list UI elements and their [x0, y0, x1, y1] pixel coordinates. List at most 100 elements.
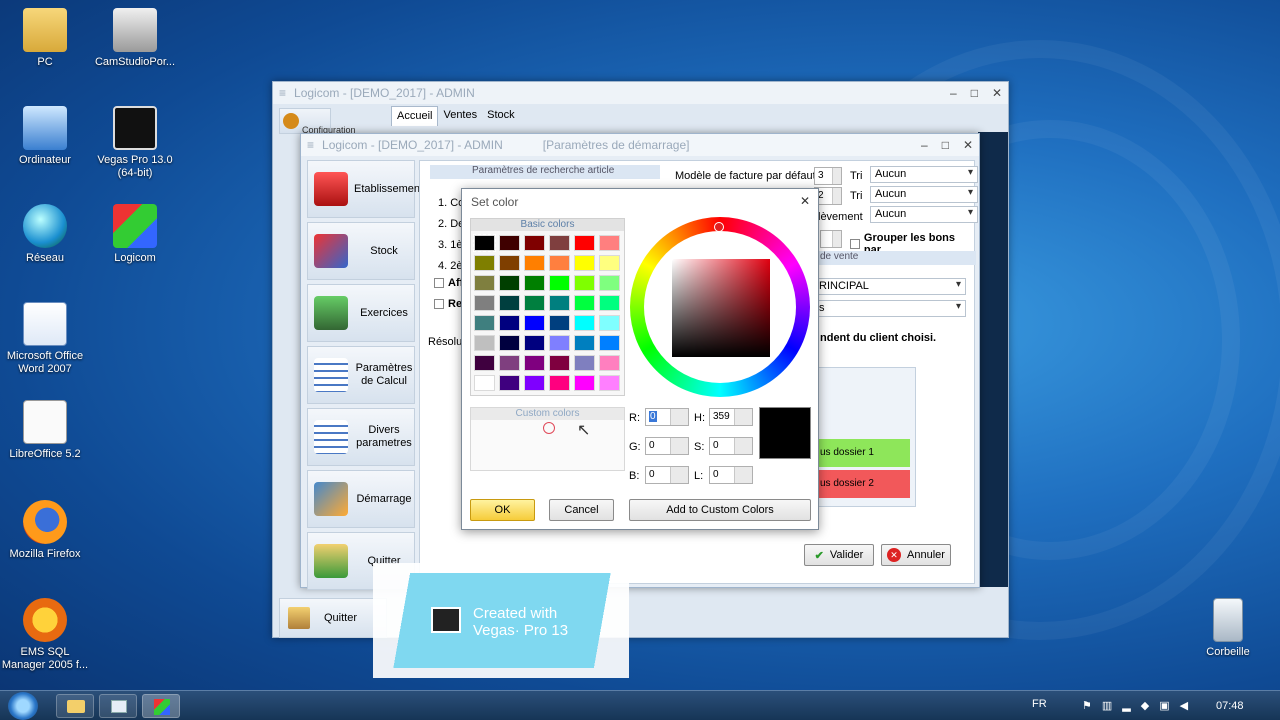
sidebar-item-configuration[interactable]: Configuration	[279, 108, 356, 135]
taskbar-explorer[interactable]	[56, 694, 94, 718]
g-input[interactable]: 0	[645, 437, 689, 455]
color-swatch[interactable]	[549, 335, 570, 351]
color-swatch[interactable]	[574, 295, 595, 311]
ok-button[interactable]: OK	[470, 499, 535, 521]
checkbox-re[interactable]: Re	[434, 298, 462, 310]
start-button[interactable]	[8, 692, 38, 720]
main-quit-button[interactable]: Quitter	[279, 598, 387, 638]
desktop-icon-corbeille[interactable]: Corbeille	[1183, 598, 1273, 659]
color-swatch[interactable]	[524, 255, 545, 271]
speaker-icon[interactable]: ◀	[1180, 699, 1188, 712]
color-swatch[interactable]	[473, 234, 496, 252]
tab-ventes[interactable]: Ventes	[438, 106, 482, 126]
color-swatch[interactable]	[549, 375, 570, 391]
color-swatch[interactable]	[549, 255, 570, 271]
color-swatch[interactable]	[524, 355, 545, 371]
desktop-icon-reseau[interactable]: Réseau	[0, 204, 90, 265]
monitor-icon[interactable]: ▣	[1159, 699, 1169, 712]
checkbox-box[interactable]	[434, 278, 444, 288]
hue-wheel[interactable]	[630, 217, 810, 397]
color-swatch[interactable]	[599, 375, 620, 391]
desktop-icon-pc[interactable]: PC	[0, 8, 90, 69]
color-swatch[interactable]	[499, 295, 520, 311]
hue-handle[interactable]	[714, 222, 724, 232]
color-swatch[interactable]	[549, 275, 570, 291]
sort-combo-2[interactable]: Aucun	[870, 186, 978, 203]
color-swatch[interactable]	[499, 255, 520, 271]
grouper-spinner[interactable]	[820, 230, 842, 248]
desktop-icon-firefox[interactable]: Mozilla Firefox	[0, 500, 90, 561]
color-swatch[interactable]	[474, 295, 495, 311]
desktop-icon-word[interactable]: Microsoft Office Word 2007	[0, 302, 90, 376]
color-swatch[interactable]	[474, 375, 495, 391]
color-swatch[interactable]	[549, 355, 570, 371]
dossier2-button[interactable]: us dossier 2	[818, 470, 910, 498]
color-swatch[interactable]	[574, 375, 595, 391]
signal-icon[interactable]: ▂	[1122, 699, 1130, 712]
network-icon[interactable]: ▥	[1102, 699, 1112, 712]
nav-stock[interactable]: Stock	[307, 222, 415, 280]
language-indicator[interactable]: FR	[1032, 698, 1047, 710]
add-custom-colors-button[interactable]: Add to Custom Colors	[629, 499, 811, 521]
color-swatch[interactable]	[599, 355, 620, 371]
custom-color-marker[interactable]	[543, 422, 555, 434]
color-swatch[interactable]	[599, 295, 620, 311]
minimize-icon[interactable]: –	[950, 86, 957, 100]
sort-combo-1[interactable]: Aucun	[870, 166, 978, 183]
color-swatch[interactable]	[499, 355, 520, 371]
color-swatch[interactable]	[549, 235, 570, 251]
color-swatch[interactable]	[574, 255, 595, 271]
color-swatch[interactable]	[599, 255, 620, 271]
desktop-icon-camstudio[interactable]: CamStudioPor...	[90, 8, 180, 69]
r-input[interactable]: 0	[645, 408, 689, 426]
dossier1-button[interactable]: us dossier 1	[818, 439, 910, 467]
color-swatch[interactable]	[524, 235, 545, 251]
color-handle[interactable]	[666, 253, 674, 261]
color-swatch[interactable]	[549, 315, 570, 331]
color-swatch[interactable]	[549, 295, 570, 311]
color-swatch[interactable]	[574, 335, 595, 351]
color-swatch[interactable]	[499, 315, 520, 331]
nav-demarrage[interactable]: Démarrage	[307, 470, 415, 528]
color-swatch[interactable]	[474, 355, 495, 371]
saturation-lightness-square[interactable]	[672, 259, 770, 357]
color-swatch[interactable]	[474, 275, 495, 291]
color-swatch[interactable]	[599, 275, 620, 291]
clock[interactable]: 07:48	[1216, 700, 1244, 712]
settings-window-titlebar[interactable]: ≡ Logicom - [DEMO_2017] - ADMIN [Paramèt…	[301, 134, 979, 156]
minimize-icon[interactable]: –	[921, 138, 928, 152]
color-swatch[interactable]	[524, 335, 545, 351]
valider-button[interactable]: ✔ Valider	[804, 544, 874, 566]
maximize-icon[interactable]: □	[971, 86, 978, 100]
annuler-button[interactable]: ✕ Annuler	[881, 544, 951, 566]
shield-icon[interactable]: ◆	[1141, 699, 1149, 712]
color-swatch[interactable]	[474, 255, 495, 271]
color-swatch[interactable]	[599, 315, 620, 331]
color-swatch[interactable]	[524, 295, 545, 311]
s-combo[interactable]: s	[814, 300, 966, 317]
checkbox-box[interactable]	[434, 299, 444, 309]
color-swatch[interactable]	[574, 235, 595, 251]
color-swatch[interactable]	[499, 235, 520, 251]
desktop-icon-vegas[interactable]: Vegas Pro 13.0 (64-bit)	[90, 106, 180, 180]
color-swatch[interactable]	[524, 375, 545, 391]
color-swatch[interactable]	[474, 315, 495, 331]
color-swatch[interactable]	[474, 335, 495, 351]
color-swatch[interactable]	[599, 235, 620, 251]
invoice-model-spinner[interactable]: 3	[814, 167, 842, 185]
nav-divers-parametres[interactable]: Divers parametres	[307, 408, 415, 466]
principal-combo[interactable]: RINCIPAL	[814, 278, 966, 295]
desktop-icon-ordinateur[interactable]: Ordinateur	[0, 106, 90, 167]
maximize-icon[interactable]: □	[942, 138, 949, 152]
taskbar-window[interactable]	[99, 694, 137, 718]
checkbox-aff[interactable]: Aff	[434, 277, 463, 289]
color-swatch[interactable]	[599, 335, 620, 351]
taskbar-logicom[interactable]	[142, 694, 180, 718]
close-icon[interactable]: ✕	[992, 86, 1002, 100]
color-swatch[interactable]	[524, 275, 545, 291]
checkbox-box[interactable]	[850, 239, 860, 249]
h-input[interactable]: 359	[709, 408, 753, 426]
tab-stock[interactable]: Stock	[482, 106, 520, 126]
flag-icon[interactable]: ⚑	[1082, 699, 1092, 712]
prelevement-combo[interactable]: Aucun	[870, 206, 978, 223]
